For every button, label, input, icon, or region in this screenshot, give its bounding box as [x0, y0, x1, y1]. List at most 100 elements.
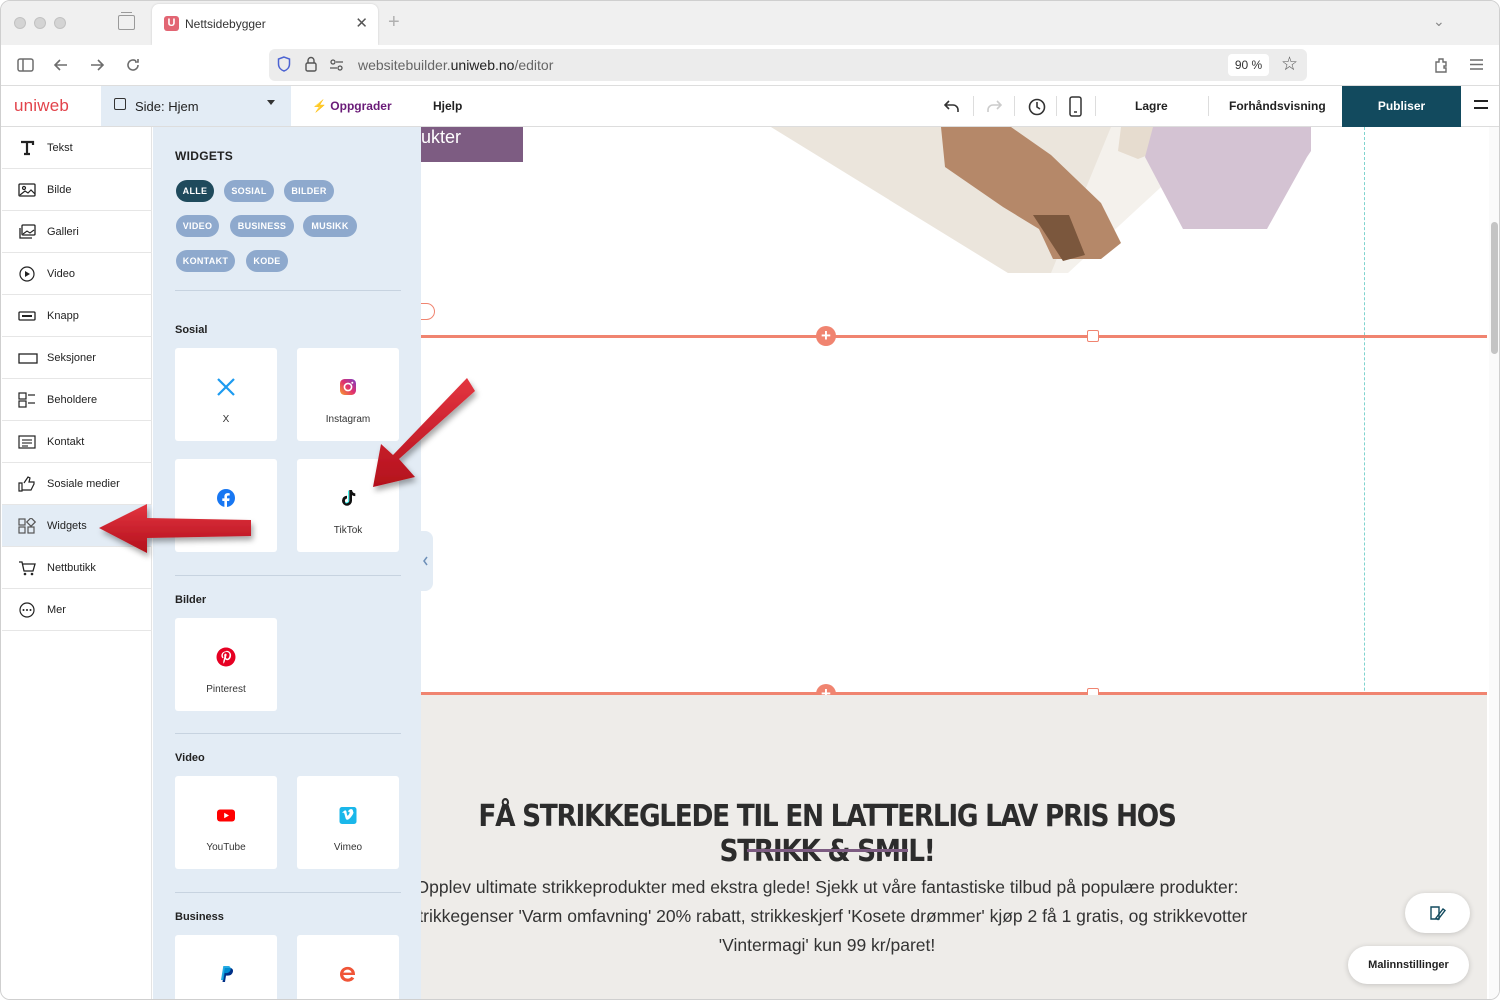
add-section-button[interactable]: +	[816, 326, 836, 346]
element-options-button[interactable]	[421, 303, 435, 320]
caret-down-icon	[267, 100, 275, 105]
filter-chip-business[interactable]: BUSINESS	[230, 215, 294, 237]
widget-card-x[interactable]: X	[175, 348, 277, 441]
window-minimize-dot[interactable]	[34, 17, 46, 29]
promo-heading[interactable]: FÅ STRIKKEGLEDE TIL EN LATTERLIG LAV PRI…	[470, 799, 1185, 869]
image-icon	[18, 183, 36, 197]
filter-chip-musikk[interactable]: MUSIKK	[303, 215, 357, 237]
sidebar-item-label: Kontakt	[47, 436, 85, 448]
reload-icon[interactable]	[125, 57, 141, 73]
sidebar-item-tekst[interactable]: Tekst	[2, 127, 152, 169]
widget-card-pinterest[interactable]: Pinterest	[175, 618, 277, 711]
url-text[interactable]: websitebuilder.uniweb.no/editor	[358, 57, 553, 73]
mobile-view-icon[interactable]	[1069, 96, 1082, 117]
help-button[interactable]: Hjelp	[433, 99, 462, 113]
hero-boot-image[interactable]	[771, 127, 1311, 273]
browser-nav-bar: websitebuilder.uniweb.no/editor 90 % ☆	[1, 45, 1499, 86]
filter-chip-kontakt[interactable]: KONTAKT	[176, 250, 235, 272]
sidebar-item-beholdere[interactable]: Beholdere	[2, 379, 152, 421]
section-title-bilder: Bilder	[175, 594, 207, 606]
preview-button[interactable]: Forhåndsvisning	[1229, 99, 1326, 113]
history-icon[interactable]	[1027, 97, 1046, 116]
design-tools-button[interactable]	[1405, 893, 1470, 933]
hamburger-menu-icon[interactable]	[1469, 58, 1484, 71]
sections-icon	[18, 353, 38, 364]
new-tab-icon[interactable]: +	[388, 11, 400, 34]
template-settings-button[interactable]: Malinnstillinger	[1348, 946, 1469, 984]
filter-chip-sosial[interactable]: SOSIAL	[224, 180, 274, 202]
sidebar-item-widgets[interactable]: Widgets	[2, 505, 152, 547]
section-dropdown-button[interactable]	[1087, 330, 1099, 342]
button-icon	[18, 311, 36, 321]
facebook-icon	[217, 489, 235, 507]
text-icon	[21, 140, 35, 156]
back-arrow-icon[interactable]	[53, 57, 69, 73]
sidebar-toggle-icon[interactable]	[17, 58, 34, 72]
widget-card-paypal[interactable]	[175, 935, 277, 999]
canvas-scrollbar[interactable]	[1489, 127, 1499, 999]
section-title-sosial: Sosial	[175, 324, 208, 336]
panel-collapse-handle[interactable]	[421, 531, 433, 591]
window-close-dot[interactable]	[14, 17, 26, 29]
address-bar[interactable]: websitebuilder.uniweb.no/editor 90 % ☆	[269, 49, 1307, 81]
sidebar-item-knapp[interactable]: Knapp	[2, 295, 152, 337]
forward-arrow-icon[interactable]	[89, 57, 105, 73]
sidebar-item-kontakt[interactable]: Kontakt	[2, 421, 152, 463]
redo-icon[interactable]	[986, 98, 1002, 114]
widget-card-vimeo[interactable]: Vimeo	[297, 776, 399, 869]
promo-paragraph[interactable]: Opplev ultimate strikkeprodukter med eks…	[421, 873, 1273, 960]
tab-title: Nettsidebygger	[185, 17, 266, 31]
lightning-icon: ⚡	[312, 99, 327, 113]
editor-canvas[interactable]: ukter + + FÅ STRIKKEGLEDE TIL EN LATTERL…	[421, 127, 1487, 999]
zoom-level-badge[interactable]: 90 %	[1228, 54, 1269, 76]
sidebar-item-sosiale-medier[interactable]: Sosiale medier	[2, 463, 152, 505]
sidebar-item-label: Knapp	[47, 310, 79, 322]
lock-icon[interactable]	[305, 56, 317, 72]
scrollbar-thumb[interactable]	[1491, 222, 1498, 354]
widget-card-tiktok[interactable]: TikTok	[297, 459, 399, 552]
browser-window: U Nettsidebygger ✕ + ⌄ websitebuilder.un…	[0, 0, 1500, 1000]
sidebar-item-label: Video	[47, 268, 75, 280]
widget-card-instagram[interactable]: Instagram	[297, 348, 399, 441]
page-selector[interactable]: Side: Hjem	[101, 86, 291, 126]
video-icon	[19, 266, 35, 282]
widget-card-facebook[interactable]	[175, 459, 277, 552]
section-title-video: Video	[175, 752, 205, 764]
tiktok-icon	[342, 490, 356, 506]
filter-chip-video[interactable]: VIDEO	[176, 215, 219, 237]
tab-overview-icon[interactable]	[118, 12, 135, 30]
extensions-icon[interactable]	[1433, 56, 1449, 74]
sidebar-item-seksjoner[interactable]: Seksjoner	[2, 337, 152, 379]
window-zoom-dot[interactable]	[54, 17, 66, 29]
widget-card-youtube[interactable]: YouTube	[175, 776, 277, 869]
permissions-icon[interactable]	[329, 58, 344, 72]
shield-icon[interactable]	[277, 56, 291, 72]
promo-section[interactable]: FÅ STRIKKEGLEDE TIL EN LATTERLIG LAV PRI…	[421, 695, 1487, 999]
sidebar-item-video[interactable]: Video	[2, 253, 152, 295]
pinterest-icon	[216, 647, 236, 667]
sidebar-item-galleri[interactable]: Galleri	[2, 211, 152, 253]
bookmark-star-icon[interactable]: ☆	[1281, 53, 1298, 76]
undo-icon[interactable]	[944, 98, 960, 114]
upgrade-button[interactable]: ⚡ Oppgrader	[312, 99, 392, 113]
sidebar-item-mer[interactable]: Mer	[2, 589, 152, 631]
widget-card-eventbrite[interactable]	[297, 935, 399, 999]
widgets-panel: WIDGETS ALLE SOSIAL BILDER VIDEO BUSINES…	[153, 127, 421, 999]
cart-icon	[19, 561, 36, 576]
sidebar-item-label: Nettbutikk	[47, 562, 96, 574]
publish-button[interactable]: Publiser	[1342, 86, 1461, 127]
hero-button-block[interactable]: ukter	[421, 127, 523, 162]
widgets-icon	[18, 518, 36, 534]
browser-tab[interactable]: U Nettsidebygger ✕	[152, 4, 378, 45]
uniweb-logo: uniweb	[14, 96, 70, 115]
thumbs-up-icon	[18, 476, 35, 492]
menu-icon[interactable]	[1474, 100, 1488, 109]
save-button[interactable]: Lagre	[1135, 99, 1168, 113]
tab-list-chevron-icon[interactable]: ⌄	[1433, 13, 1445, 30]
sidebar-item-bilde[interactable]: Bilde	[2, 169, 152, 211]
sidebar-item-nettbutikk[interactable]: Nettbutikk	[2, 547, 152, 589]
close-icon[interactable]: ✕	[355, 14, 368, 32]
filter-chip-kode[interactable]: KODE	[246, 250, 288, 272]
filter-chip-alle[interactable]: ALLE	[176, 180, 214, 202]
filter-chip-bilder[interactable]: BILDER	[284, 180, 334, 202]
